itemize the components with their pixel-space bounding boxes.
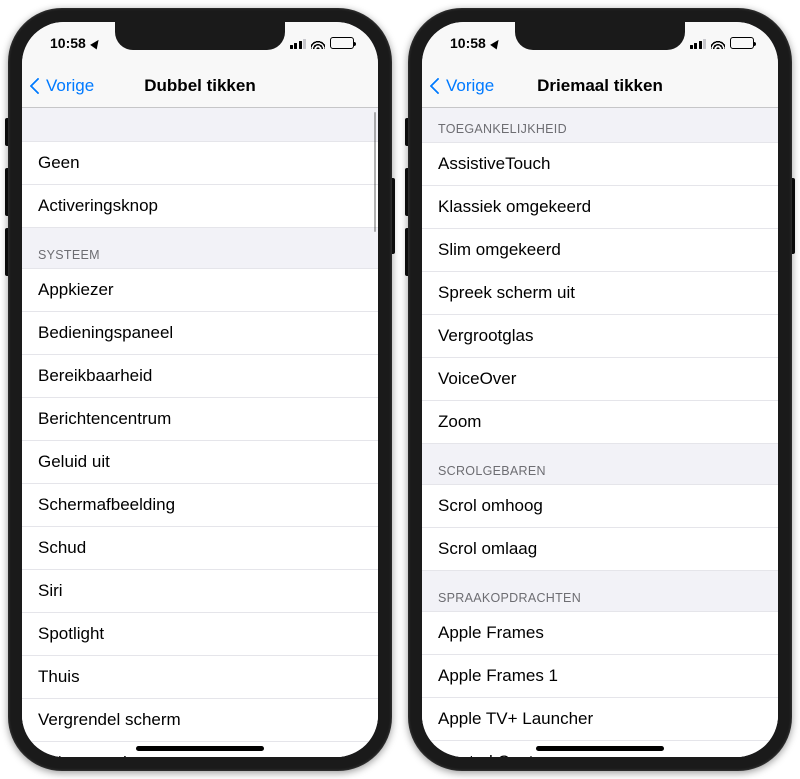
back-button[interactable]: Vorige bbox=[430, 76, 494, 96]
status-time: 10:58 bbox=[450, 35, 486, 51]
section-header-toegankelijkheid: TOEGANKELIJKHEID bbox=[422, 108, 778, 142]
nav-bar: Vorige Driemaal tikken bbox=[422, 64, 778, 108]
scroll-indicator bbox=[374, 112, 377, 232]
location-icon bbox=[90, 37, 102, 49]
back-button[interactable]: Vorige bbox=[30, 76, 94, 96]
section-header-systeem: SYSTEEM bbox=[22, 228, 378, 268]
chevron-left-icon bbox=[30, 76, 42, 96]
home-indicator bbox=[536, 746, 664, 751]
phone-left: 10:58 Vorige Dubbel tikken Geen Activeri… bbox=[8, 8, 392, 771]
screen-left: 10:58 Vorige Dubbel tikken Geen Activeri… bbox=[22, 22, 378, 757]
list-item[interactable]: Scrol omhoog bbox=[422, 484, 778, 528]
list-item[interactable]: VoiceOver bbox=[422, 358, 778, 401]
back-label: Vorige bbox=[46, 76, 94, 96]
list-item[interactable]: Scrol omlaag bbox=[422, 528, 778, 571]
battery-icon bbox=[330, 37, 354, 49]
list-item[interactable]: Berichtencentrum bbox=[22, 398, 378, 441]
list-item[interactable]: Geen bbox=[22, 142, 378, 185]
cellular-icon bbox=[290, 38, 307, 49]
notch bbox=[115, 22, 285, 50]
list-item[interactable]: Bedieningspaneel bbox=[22, 312, 378, 355]
list-item[interactable]: Thuis bbox=[22, 656, 378, 699]
section-header-scrolgebaren: SCROLGEBAREN bbox=[422, 444, 778, 484]
notch bbox=[515, 22, 685, 50]
list-item[interactable]: Vergrendel scherm bbox=[22, 699, 378, 742]
home-indicator bbox=[136, 746, 264, 751]
nav-bar: Vorige Dubbel tikken bbox=[22, 64, 378, 108]
location-icon bbox=[490, 37, 502, 49]
list-item[interactable]: Apple TV+ Launcher bbox=[422, 698, 778, 741]
list-item[interactable]: Bereikbaarheid bbox=[22, 355, 378, 398]
list-item[interactable]: Klassiek omgekeerd bbox=[422, 186, 778, 229]
list-item[interactable]: Zoom bbox=[422, 401, 778, 444]
list-item[interactable]: Spotlight bbox=[22, 613, 378, 656]
list-item[interactable]: Spreek scherm uit bbox=[422, 272, 778, 315]
settings-list[interactable]: TOEGANKELIJKHEID AssistiveTouch Klassiek… bbox=[422, 108, 778, 757]
back-label: Vorige bbox=[446, 76, 494, 96]
list-item[interactable]: Activeringsknop bbox=[22, 185, 378, 228]
status-time: 10:58 bbox=[50, 35, 86, 51]
list-item[interactable]: Vergrootglas bbox=[422, 315, 778, 358]
list-item[interactable]: Apple Frames 1 bbox=[422, 655, 778, 698]
list-item[interactable]: AssistiveTouch bbox=[422, 142, 778, 186]
wifi-icon bbox=[311, 38, 325, 49]
list-item[interactable]: Apple Frames bbox=[422, 611, 778, 655]
chevron-left-icon bbox=[430, 76, 442, 96]
wifi-icon bbox=[711, 38, 725, 49]
section-spacer bbox=[22, 108, 378, 142]
list-item[interactable]: Geluid uit bbox=[22, 441, 378, 484]
list-item[interactable]: Appkiezer bbox=[22, 268, 378, 312]
phone-right: 10:58 Vorige Driemaal tikken TOEGANKELIJ… bbox=[408, 8, 792, 771]
cellular-icon bbox=[690, 38, 707, 49]
screen-right: 10:58 Vorige Driemaal tikken TOEGANKELIJ… bbox=[422, 22, 778, 757]
list-item[interactable]: Schermafbeelding bbox=[22, 484, 378, 527]
list-item[interactable]: Siri bbox=[22, 570, 378, 613]
battery-icon bbox=[730, 37, 754, 49]
settings-list[interactable]: Geen Activeringsknop SYSTEEM Appkiezer B… bbox=[22, 108, 378, 757]
list-item[interactable]: Slim omgekeerd bbox=[422, 229, 778, 272]
section-header-spraakopdrachten: SPRAAKOPDRACHTEN bbox=[422, 571, 778, 611]
list-item[interactable]: Schud bbox=[22, 527, 378, 570]
